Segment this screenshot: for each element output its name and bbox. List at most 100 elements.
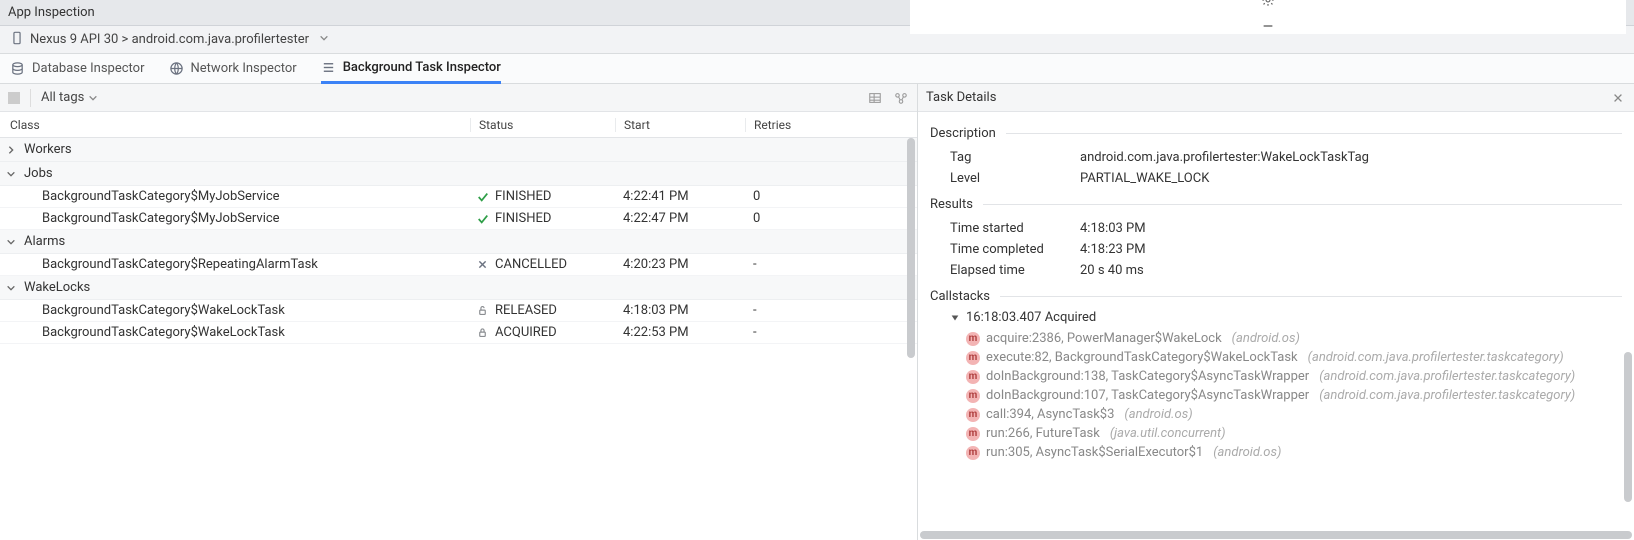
- lock-open-icon: [476, 304, 489, 317]
- callstack-toggle[interactable]: 16:18:03.407 Acquired: [930, 310, 1622, 325]
- task-details-panel: Task Details Description Tag android.com…: [918, 84, 1634, 540]
- stack-frame[interactable]: mdoInBackground:138, TaskCategory$AsyncT…: [930, 367, 1622, 386]
- group-wakelocks[interactable]: WakeLocks: [0, 276, 917, 300]
- tag-filter-dropdown[interactable]: All tags: [41, 90, 98, 105]
- frame-pkg: (android.com.java.profilertester.taskcat…: [1319, 388, 1575, 403]
- cell-status: ACQUIRED: [495, 325, 557, 340]
- frame-main: doInBackground:138, TaskCategory$AsyncTa…: [986, 369, 1309, 384]
- table-row[interactable]: BackgroundTaskCategory$WakeLockTask ACQU…: [0, 322, 917, 344]
- tab-database-inspector[interactable]: Database Inspector: [10, 54, 145, 84]
- cell-start: 4:22:41 PM: [615, 189, 745, 204]
- lock-icon: [476, 326, 489, 339]
- section-label: Description: [930, 126, 996, 141]
- frame-pkg: (android.com.java.profilertester.taskcat…: [1308, 350, 1564, 365]
- cell-retries: 0: [745, 211, 917, 226]
- stack-frame[interactable]: macquire:2386, PowerManager$WakeLock(and…: [930, 329, 1622, 348]
- check-icon: [476, 190, 489, 203]
- minimize-icon[interactable]: [1260, 18, 1276, 34]
- kv-tag: Tag android.com.java.profilertester:Wake…: [930, 147, 1622, 168]
- kv-key: Time started: [950, 221, 1080, 236]
- kv-time-completed: Time completed 4:18:23 PM: [930, 239, 1622, 260]
- frame-main: run:305, AsyncTask$SerialExecutor$1: [986, 445, 1203, 460]
- tab-background-task-inspector[interactable]: Background Task Inspector: [321, 54, 501, 84]
- table-scrollbar[interactable]: [905, 138, 917, 540]
- gear-icon[interactable]: [1260, 0, 1276, 8]
- cell-retries: -: [745, 303, 917, 318]
- device-selector[interactable]: Nexus 9 API 30 > android.com.java.profil…: [30, 32, 309, 47]
- details-hscrollbar[interactable]: [918, 530, 1634, 540]
- kv-value: 20 s 40 ms: [1080, 263, 1622, 278]
- stack-frame[interactable]: mdoInBackground:107, TaskCategory$AsyncT…: [930, 386, 1622, 405]
- cell-class: BackgroundTaskCategory$WakeLockTask: [0, 325, 470, 340]
- frame-main: execute:82, BackgroundTaskCategory$WakeL…: [986, 350, 1298, 365]
- stack-frame[interactable]: mrun:305, AsyncTask$SerialExecutor$1(and…: [930, 443, 1622, 462]
- cell-class: BackgroundTaskCategory$MyJobService: [0, 189, 470, 204]
- table-row[interactable]: BackgroundTaskCategory$MyJobService FINI…: [0, 208, 917, 230]
- kv-value: 4:18:03 PM: [1080, 221, 1622, 236]
- group-label: Alarms: [24, 234, 65, 249]
- group-alarms[interactable]: Alarms: [0, 230, 917, 254]
- kv-key: Elapsed time: [950, 263, 1080, 278]
- cell-status: CANCELLED: [495, 257, 567, 272]
- graph-view-icon[interactable]: [893, 90, 909, 106]
- section-results: Results: [930, 197, 1622, 212]
- method-badge-icon: m: [966, 408, 980, 422]
- group-jobs[interactable]: Jobs: [0, 162, 917, 186]
- kv-value: android.com.java.profilertester:WakeLock…: [1080, 150, 1622, 165]
- cell-retries: -: [745, 325, 917, 340]
- details-scrollbar[interactable]: [1622, 112, 1634, 530]
- cell-retries: 0: [745, 189, 917, 204]
- method-badge-icon: m: [966, 446, 980, 460]
- method-badge-icon: m: [966, 332, 980, 346]
- frame-pkg: (java.util.concurrent): [1110, 426, 1226, 441]
- tab-network-inspector[interactable]: Network Inspector: [169, 54, 297, 84]
- tab-label: Database Inspector: [32, 61, 145, 76]
- cell-retries: -: [745, 257, 917, 272]
- group-label: Workers: [24, 142, 72, 157]
- callstack-header: 16:18:03.407 Acquired: [966, 310, 1096, 325]
- tool-window-titlebar: App Inspection: [0, 0, 1634, 26]
- frame-pkg: (android.os): [1232, 331, 1300, 346]
- kv-value: PARTIAL_WAKE_LOCK: [1080, 171, 1622, 186]
- task-table-header: Class Status Start Retries: [0, 112, 917, 138]
- cell-class: BackgroundTaskCategory$RepeatingAlarmTas…: [0, 257, 470, 272]
- stop-button[interactable]: [8, 92, 20, 104]
- column-class[interactable]: Class: [0, 118, 470, 132]
- table-row[interactable]: BackgroundTaskCategory$WakeLockTask RELE…: [0, 300, 917, 322]
- frame-pkg: (android.os): [1124, 407, 1192, 422]
- inspector-tabs: Database Inspector Network Inspector Bac…: [0, 54, 1634, 84]
- column-status[interactable]: Status: [470, 118, 615, 132]
- section-description: Description: [930, 126, 1622, 141]
- column-retries[interactable]: Retries: [745, 118, 917, 132]
- kv-level: Level PARTIAL_WAKE_LOCK: [930, 168, 1622, 189]
- kv-value: 4:18:23 PM: [1080, 242, 1622, 257]
- kv-elapsed: Elapsed time 20 s 40 ms: [930, 260, 1622, 281]
- chevron-right-icon: [6, 145, 18, 155]
- chevron-down-icon[interactable]: [319, 32, 329, 47]
- frame-main: doInBackground:107, TaskCategory$AsyncTa…: [986, 388, 1309, 403]
- table-row[interactable]: BackgroundTaskCategory$RepeatingAlarmTas…: [0, 254, 917, 276]
- stack-frame[interactable]: mcall:394, AsyncTask$3(android.os): [930, 405, 1622, 424]
- frame-main: run:266, FutureTask: [986, 426, 1100, 441]
- device-process: android.com.java.profilertester: [132, 32, 309, 47]
- table-view-icon[interactable]: [867, 90, 883, 106]
- tab-label: Background Task Inspector: [343, 60, 501, 75]
- tab-label: Network Inspector: [191, 61, 297, 76]
- method-badge-icon: m: [966, 427, 980, 441]
- column-start[interactable]: Start: [615, 118, 745, 132]
- task-list-panel: All tags Class Status Start Retries Work…: [0, 84, 918, 540]
- cell-class: BackgroundTaskCategory$WakeLockTask: [0, 303, 470, 318]
- stack-frame[interactable]: mexecute:82, BackgroundTaskCategory$Wake…: [930, 348, 1622, 367]
- frame-pkg: (android.com.java.profilertester.taskcat…: [1319, 369, 1575, 384]
- chevron-down-icon: [6, 283, 18, 293]
- close-icon[interactable]: [1610, 90, 1626, 106]
- tag-filter-label: All tags: [41, 90, 84, 105]
- chevron-down-icon: [6, 169, 18, 179]
- group-workers[interactable]: Workers: [0, 138, 917, 162]
- tool-window-title: App Inspection: [8, 5, 95, 20]
- kv-key: Tag: [950, 150, 1080, 165]
- cell-status: RELEASED: [495, 303, 557, 318]
- stack-frame[interactable]: m run:266, FutureTask (java.util.concurren…: [930, 424, 1622, 443]
- table-row[interactable]: BackgroundTaskCategory$MyJobService FINI…: [0, 186, 917, 208]
- section-label: Results: [930, 197, 973, 212]
